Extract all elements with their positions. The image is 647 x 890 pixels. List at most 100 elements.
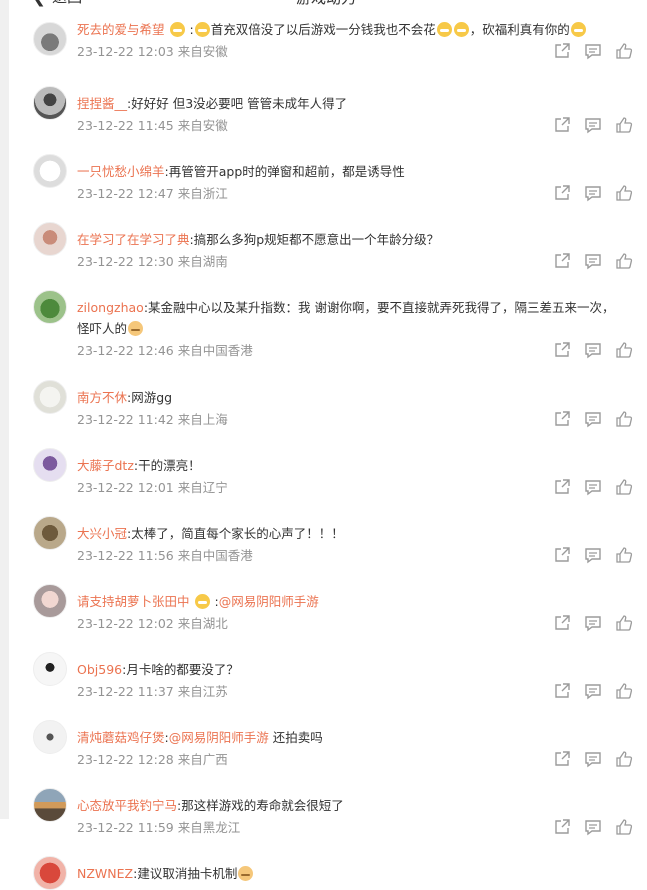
comment-time: 23-12-22 11:56 — [77, 548, 174, 563]
share-icon[interactable] — [553, 42, 571, 60]
comment-location: 来自湖南 — [177, 254, 228, 269]
share-icon[interactable] — [553, 546, 571, 564]
share-icon[interactable] — [553, 682, 571, 700]
username-link[interactable]: 南方不休 — [77, 390, 127, 405]
like-icon[interactable] — [615, 818, 633, 836]
avatar[interactable] — [33, 788, 67, 822]
comment-location: 来自湖北 — [177, 616, 228, 631]
comment-time: 23-12-22 12:02 — [77, 616, 174, 631]
comment-icon[interactable] — [584, 184, 602, 202]
comment-icon[interactable] — [584, 750, 602, 768]
comment-text: 建议取消抽卡机制 — [137, 866, 238, 881]
comment-time: 23-12-22 11:45 — [77, 118, 174, 133]
comment-time: 23-12-22 12:03 — [77, 44, 174, 59]
username-link[interactable]: 清炖蘑菇鸡仔煲 — [77, 730, 165, 745]
comment-time: 23-12-22 11:37 — [77, 684, 174, 699]
mention-link[interactable]: @网易阴阳师手游 — [219, 594, 319, 609]
like-icon[interactable] — [615, 252, 633, 270]
avatar[interactable] — [33, 584, 67, 618]
avatar[interactable] — [33, 290, 67, 324]
list-item: 大兴小冠:太棒了，简直每个家长的心声了！！！ 23-12-22 11:56 来自… — [9, 508, 647, 576]
username-link[interactable]: 心态放平我钓宁马 — [77, 798, 177, 813]
laugh-emoji-icon — [436, 22, 452, 37]
crown-emoji-icon — [169, 22, 185, 37]
like-icon[interactable] — [615, 546, 633, 564]
comment-icon[interactable] — [584, 546, 602, 564]
comment-time: 23-12-22 12:30 — [77, 254, 174, 269]
avatar[interactable] — [33, 652, 67, 686]
comment-text: 再管管开app时的弹窗和超前，都是诱导性 — [168, 164, 405, 179]
username-link[interactable]: 死去的爱与希望 — [77, 22, 165, 37]
username-link[interactable]: zilongzhao — [77, 300, 144, 315]
share-icon[interactable] — [553, 478, 571, 496]
comment-time: 23-12-22 12:47 — [77, 186, 174, 201]
comment-text: 网游gg — [131, 390, 173, 405]
avatar[interactable] — [33, 22, 67, 56]
comment-location: 来自安徽 — [177, 118, 228, 133]
list-item: 死去的爱与希望 : 首充双倍没了以后游戏一分钱我也不会花 ，砍福利真有你的 23-1… — [9, 14, 647, 78]
avatar[interactable] — [33, 154, 67, 188]
like-icon[interactable] — [615, 750, 633, 768]
username-link[interactable]: 一只忧愁小绵羊 — [77, 164, 165, 179]
comment-text: 搞那么多狗p规矩都不愿意出一个年龄分级？ — [193, 232, 440, 247]
comment-time: 23-12-22 11:42 — [77, 412, 174, 427]
comment-icon[interactable] — [584, 252, 602, 270]
like-icon[interactable] — [615, 410, 633, 428]
avatar[interactable] — [33, 222, 67, 256]
avatar[interactable] — [33, 448, 67, 482]
username-link[interactable]: 大兴小冠 — [77, 526, 127, 541]
like-icon[interactable] — [615, 341, 633, 359]
share-icon[interactable] — [553, 184, 571, 202]
username-link[interactable]: 捏捏酱__ — [77, 96, 127, 111]
comment-location: 来自中国香港 — [177, 343, 253, 358]
list-item: zilongzhao:某金融中心以及某升指数：我 谢谢你啊，要不直接就弄死我得了… — [9, 282, 647, 372]
avatar[interactable] — [33, 380, 67, 414]
back-label: 返回 — [52, 0, 82, 7]
comment-text: 太棒了，简直每个家长的心声了！！！ — [131, 526, 344, 541]
username-link[interactable]: 请支持胡萝卜张田中 — [77, 594, 190, 609]
list-item: 请支持胡萝卜张田中 :@网易阴阳师手游 23-12-22 12:02 来自湖北 — [9, 576, 647, 644]
like-icon[interactable] — [615, 682, 633, 700]
username-link[interactable]: 在学习了在学习了典 — [77, 232, 190, 247]
list-item: 在学习了在学习了典:搞那么多狗p规矩都不愿意出一个年龄分级？ 23-12-22 … — [9, 214, 647, 282]
share-icon[interactable] — [553, 818, 571, 836]
comment-icon[interactable] — [584, 818, 602, 836]
avatar[interactable] — [33, 720, 67, 754]
comment-location: 来自中国香港 — [177, 548, 253, 563]
username-link[interactable]: NZWNEZ — [77, 866, 133, 881]
page-title: 游戏动力 — [296, 0, 356, 8]
list-item: NZWNEZ:建议取消抽卡机制 — [9, 848, 647, 890]
username-link[interactable]: Obj596 — [77, 662, 122, 677]
list-item: 清炖蘑菇鸡仔煲:@网易阴阳师手游 还拍卖吗 23-12-22 12:28 来自广… — [9, 712, 647, 780]
share-icon[interactable] — [553, 116, 571, 134]
comment-icon[interactable] — [584, 682, 602, 700]
comment-text: 好好好 但3没必要吧 管管未成年人得了 — [131, 96, 348, 111]
comment-icon[interactable] — [584, 42, 602, 60]
comment-icon[interactable] — [584, 341, 602, 359]
share-icon[interactable] — [553, 750, 571, 768]
top-header: ❮ 返回 游戏动力 — [9, 0, 647, 8]
mention-link[interactable]: @网易阴阳师手游 — [169, 730, 269, 745]
comment-icon[interactable] — [584, 410, 602, 428]
separator: : — [210, 594, 219, 609]
comment-icon[interactable] — [584, 478, 602, 496]
back-button[interactable]: ❮ 返回 — [31, 0, 82, 7]
avatar[interactable] — [33, 86, 67, 120]
cat-emoji-icon — [238, 866, 254, 881]
like-icon[interactable] — [615, 614, 633, 632]
share-icon[interactable] — [553, 341, 571, 359]
comment-icon[interactable] — [584, 614, 602, 632]
avatar[interactable] — [33, 516, 67, 550]
share-icon[interactable] — [553, 252, 571, 270]
like-icon[interactable] — [615, 478, 633, 496]
comment-text: 首充双倍没了以后游戏一分钱我也不会花 — [210, 22, 436, 37]
comment-time: 23-12-22 12:01 — [77, 480, 174, 495]
like-icon[interactable] — [615, 184, 633, 202]
comment-icon[interactable] — [584, 116, 602, 134]
username-link[interactable]: 大藤子dtz — [77, 458, 134, 473]
like-icon[interactable] — [615, 42, 633, 60]
share-icon[interactable] — [553, 410, 571, 428]
avatar[interactable] — [33, 856, 67, 890]
like-icon[interactable] — [615, 116, 633, 134]
share-icon[interactable] — [553, 614, 571, 632]
